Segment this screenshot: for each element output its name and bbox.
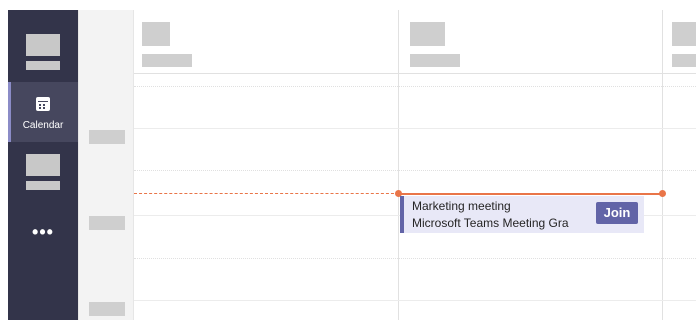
- more-apps-button[interactable]: •••: [8, 222, 78, 243]
- day-number-placeholder: [410, 22, 445, 46]
- current-time-line-past: [134, 193, 399, 194]
- rail-active-indicator: [8, 82, 11, 142]
- day-name-placeholder: [672, 54, 696, 67]
- event-title: Marketing meeting: [412, 199, 511, 213]
- rail-item-placeholder-label: [26, 61, 60, 70]
- time-label-placeholder: [89, 216, 125, 230]
- rail-item-calendar-label: Calendar: [22, 120, 64, 131]
- half-hour-line: [134, 170, 696, 171]
- day-name-placeholder: [410, 54, 460, 67]
- half-hour-line: [134, 258, 696, 259]
- time-label-placeholder: [89, 302, 125, 316]
- day-column-divider: [398, 10, 399, 320]
- calendar-grid: Marketing meeting Microsoft Teams Meetin…: [134, 10, 696, 320]
- calendar-icon: [36, 97, 50, 111]
- event-subtitle: Microsoft Teams Meeting Gra: [412, 216, 569, 230]
- time-gutter: [78, 10, 134, 320]
- hour-line: [134, 300, 696, 301]
- rail-item-placeholder-label: [26, 181, 60, 190]
- app-rail: Calendar •••: [8, 10, 78, 320]
- rail-item-placeholder-icon[interactable]: [26, 154, 60, 176]
- day-number-placeholder: [672, 22, 696, 46]
- rail-item-placeholder-icon[interactable]: [26, 34, 60, 56]
- day-number-placeholder: [142, 22, 170, 46]
- join-button[interactable]: Join: [596, 202, 638, 224]
- half-hour-line: [134, 86, 696, 87]
- day-name-placeholder: [142, 54, 192, 67]
- hour-line: [134, 128, 696, 129]
- calendar-event[interactable]: Marketing meeting Microsoft Teams Meetin…: [400, 196, 644, 233]
- day-column-divider: [662, 10, 663, 320]
- time-label-placeholder: [89, 130, 125, 144]
- rail-item-calendar[interactable]: [8, 82, 78, 142]
- day-header-row: [134, 10, 696, 74]
- current-time-dot: [659, 190, 666, 197]
- current-time-line: [399, 193, 663, 195]
